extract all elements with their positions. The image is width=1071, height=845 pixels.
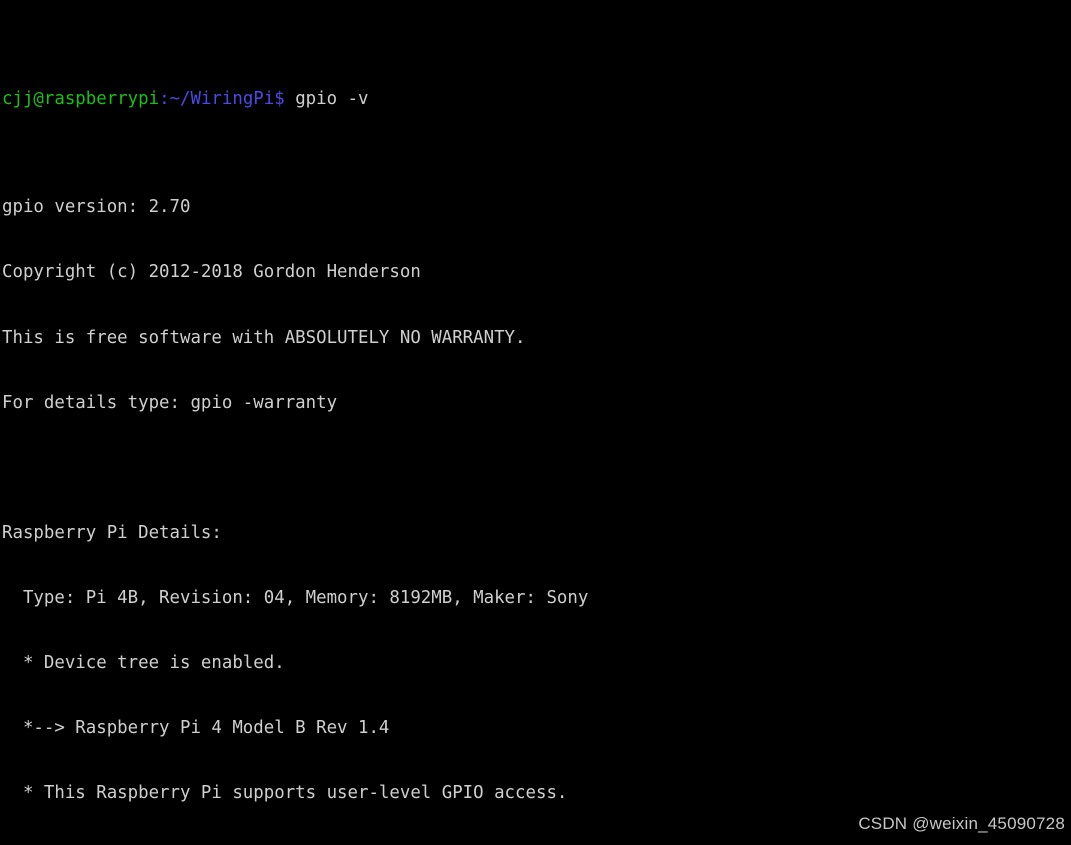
output-details-access: * This Raspberry Pi supports user-level … (2, 783, 568, 804)
prompt-line-1: cjj@raspberrypi:~/WiringPi$ gpio -v (2, 89, 1071, 111)
prompt-symbol: $ (274, 88, 285, 109)
terminal-output-area[interactable]: cjj@raspberrypi:~/WiringPi$ gpio -v gpio… (0, 0, 1071, 845)
output-details-model: *--> Raspberry Pi 4 Model B Rev 1.4 (2, 718, 390, 739)
output-warranty-1: This is free software with ABSOLUTELY NO… (2, 327, 526, 348)
output-details-heading: Raspberry Pi Details: (2, 522, 222, 543)
prompt-user-host: cjj@raspberrypi (2, 88, 160, 109)
output-details-type: Type: Pi 4B, Revision: 04, Memory: 8192M… (2, 587, 589, 608)
output-warranty-2: For details type: gpio -warranty (2, 392, 338, 413)
output-details-devicetree: * Device tree is enabled. (2, 652, 285, 673)
command-gpio-v: gpio -v (284, 88, 369, 109)
prompt-path: :~/WiringPi (159, 88, 275, 109)
output-blank (2, 458, 1071, 480)
output-version: gpio version: 2.70 (2, 197, 191, 218)
output-copyright: Copyright (c) 2012-2018 Gordon Henderson (2, 262, 421, 283)
